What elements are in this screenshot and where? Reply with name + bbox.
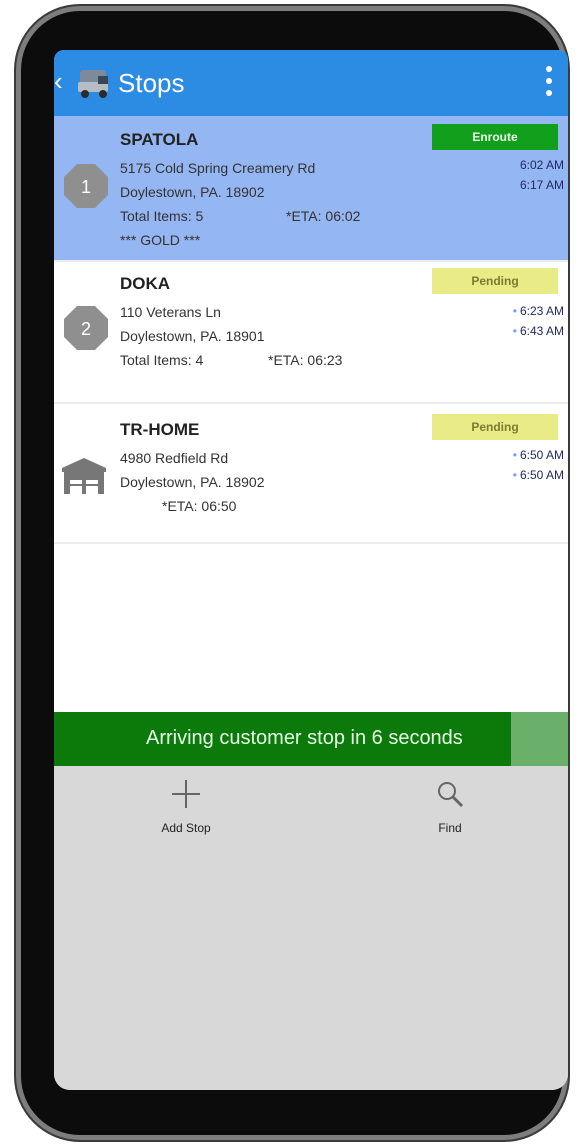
stop-address-line1: 110 Veterans Ln <box>120 304 221 320</box>
stop-time-start: • 6:50 AM <box>512 448 564 462</box>
plus-icon <box>172 780 200 808</box>
overflow-menu-icon[interactable] <box>546 66 554 100</box>
stop-name: SPATOLA <box>120 130 199 149</box>
phone-frame: ‹ Stops 1 SPATOLA 5175 Cold Spring Cream… <box>0 0 582 1148</box>
back-chevron-icon[interactable]: ‹ <box>54 66 63 97</box>
octagon-number-icon: 1 <box>64 164 108 208</box>
status-badge: Enroute <box>432 124 558 150</box>
stop-marker-number: 1 <box>81 177 91 197</box>
find-label: Find <box>438 821 462 835</box>
stop-eta: *ETA: 06:23 <box>268 352 343 368</box>
stop-total-items: Total Items: 4 <box>120 352 204 368</box>
arrival-message: Arriving customer stop in 6 seconds <box>146 727 463 749</box>
stop-total-items: Total Items: 5 <box>120 208 204 224</box>
stop-row-3[interactable]: TR-HOME 4980 Redfield Rd Doylestown, PA.… <box>54 402 568 544</box>
stops-list: 1 SPATOLA 5175 Cold Spring Creamery Rd D… <box>54 116 568 712</box>
stop-time-end-value: 6:43 AM <box>519 324 564 338</box>
stop-eta: *ETA: 06:50 <box>162 498 237 514</box>
octagon-number-icon: 2 <box>64 306 108 350</box>
warehouse-icon <box>62 458 106 494</box>
truck-icon <box>78 70 108 98</box>
stop-row-1[interactable]: 1 SPATOLA 5175 Cold Spring Creamery Rd D… <box>54 116 568 262</box>
bottom-toolbar: Add Stop Find <box>54 766 568 1090</box>
arrival-progress-remaining <box>511 712 568 766</box>
stop-time-end: 6:17 AM <box>519 178 564 192</box>
stop-eta: *ETA: 06:02 <box>286 208 361 224</box>
add-stop-button[interactable]: Add Stop <box>126 778 246 835</box>
app-screen: ‹ Stops 1 SPATOLA 5175 Cold Spring Cream… <box>54 50 568 1090</box>
stop-time-start: • 6:23 AM <box>512 304 564 318</box>
stop-time-end: • 6:43 AM <box>512 324 564 338</box>
stop-time-end-value: 6:50 AM <box>519 468 564 482</box>
stop-marker-number: 2 <box>81 319 91 339</box>
stop-row-2[interactable]: 2 DOKA 110 Veterans Ln Doylestown, PA. 1… <box>54 260 568 404</box>
status-badge: Pending <box>432 414 558 440</box>
stop-address-line1: 4980 Redfield Rd <box>120 450 229 466</box>
stop-name: DOKA <box>120 274 171 293</box>
app-bar: ‹ Stops <box>54 50 568 116</box>
page-title: Stops <box>118 68 185 98</box>
stop-time-start-value: 6:50 AM <box>519 448 564 462</box>
stop-address-line2: Doylestown, PA. 18901 <box>120 328 265 344</box>
stop-time-end: • 6:50 AM <box>512 468 564 482</box>
stop-address-line2: Doylestown, PA. 18902 <box>120 184 265 200</box>
stop-time-start-value: 6:23 AM <box>519 304 564 318</box>
add-stop-label: Add Stop <box>161 821 211 835</box>
stop-address-line2: Doylestown, PA. 18902 <box>120 474 265 490</box>
search-icon <box>438 782 464 808</box>
stop-name: TR-HOME <box>120 420 200 439</box>
arrival-banner: Arriving customer stop in 6 seconds <box>54 712 568 766</box>
stop-note: *** GOLD *** <box>120 232 201 248</box>
stop-address-line1: 5175 Cold Spring Creamery Rd <box>120 160 316 176</box>
stop-time-start: 6:02 AM <box>519 158 564 172</box>
find-button[interactable]: Find <box>390 778 510 835</box>
status-badge: Pending <box>432 268 558 294</box>
